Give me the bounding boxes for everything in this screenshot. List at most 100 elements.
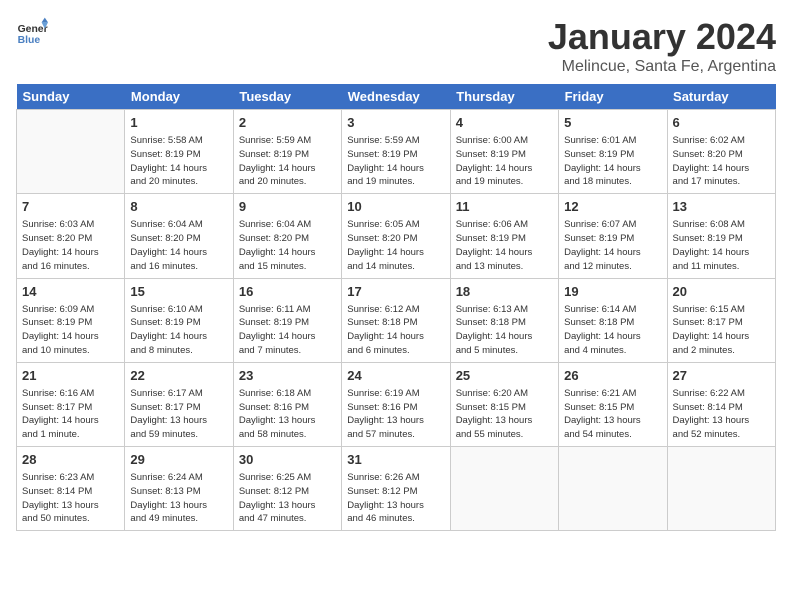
day-info: Sunrise: 6:18 AMSunset: 8:16 PMDaylight:… (239, 387, 336, 442)
calendar-cell: 26 Sunrise: 6:21 AMSunset: 8:15 PMDayligh… (559, 362, 667, 446)
calendar-cell: 2 Sunrise: 5:59 AMSunset: 8:19 PMDaylight… (233, 110, 341, 194)
calendar-cell: 16 Sunrise: 6:11 AMSunset: 8:19 PMDayligh… (233, 278, 341, 362)
day-info: Sunrise: 6:16 AMSunset: 8:17 PMDaylight:… (22, 387, 119, 442)
day-info: Sunrise: 6:05 AMSunset: 8:20 PMDaylight:… (347, 218, 444, 273)
calendar-cell: 14 Sunrise: 6:09 AMSunset: 8:19 PMDayligh… (17, 278, 125, 362)
day-info: Sunrise: 5:59 AMSunset: 8:19 PMDaylight:… (347, 134, 444, 189)
calendar-cell: 1 Sunrise: 5:58 AMSunset: 8:19 PMDaylight… (125, 110, 233, 194)
calendar-cell (559, 447, 667, 531)
day-number: 30 (239, 451, 336, 469)
calendar-cell (17, 110, 125, 194)
day-number: 7 (22, 198, 119, 216)
calendar-cell: 30 Sunrise: 6:25 AMSunset: 8:12 PMDayligh… (233, 447, 341, 531)
day-info: Sunrise: 6:21 AMSunset: 8:15 PMDaylight:… (564, 387, 661, 442)
calendar-subtitle: Melincue, Santa Fe, Argentina (548, 58, 776, 76)
calendar-cell: 17Sunrise: 6:12 AMSunset: 8:18 PMDayligh… (342, 278, 450, 362)
day-info: Sunrise: 6:02 AMSunset: 8:20 PMDaylight:… (673, 134, 770, 189)
day-number: 20 (673, 283, 770, 301)
day-number: 26 (564, 367, 661, 385)
calendar-cell: 25Sunrise: 6:20 AMSunset: 8:15 PMDayligh… (450, 362, 558, 446)
day-info: Sunrise: 6:12 AMSunset: 8:18 PMDaylight:… (347, 303, 444, 358)
day-number: 28 (22, 451, 119, 469)
day-info: Sunrise: 6:04 AMSunset: 8:20 PMDaylight:… (239, 218, 336, 273)
day-info: Sunrise: 6:11 AMSunset: 8:19 PMDaylight:… (239, 303, 336, 358)
calendar-cell: 13Sunrise: 6:08 AMSunset: 8:19 PMDayligh… (667, 194, 775, 278)
header-monday: Monday (125, 84, 233, 110)
header-wednesday: Wednesday (342, 84, 450, 110)
day-info: Sunrise: 6:03 AMSunset: 8:20 PMDaylight:… (22, 218, 119, 273)
calendar-cell: 15 Sunrise: 6:10 AMSunset: 8:19 PMDayligh… (125, 278, 233, 362)
calendar-cell: 11 Sunrise: 6:06 AMSunset: 8:19 PMDayligh… (450, 194, 558, 278)
calendar-cell (450, 447, 558, 531)
day-number: 16 (239, 283, 336, 301)
header-thursday: Thursday (450, 84, 558, 110)
calendar-cell: 7 Sunrise: 6:03 AMSunset: 8:20 PMDaylight… (17, 194, 125, 278)
day-info: Sunrise: 6:04 AMSunset: 8:20 PMDaylight:… (130, 218, 227, 273)
day-number: 15 (130, 283, 227, 301)
header-friday: Friday (559, 84, 667, 110)
day-number: 9 (239, 198, 336, 216)
calendar-cell: 27 Sunrise: 6:22 AMSunset: 8:14 PMDayligh… (667, 362, 775, 446)
logo-icon: General Blue (16, 16, 48, 48)
calendar-cell: 22 Sunrise: 6:17 AMSunset: 8:17 PMDayligh… (125, 362, 233, 446)
day-number: 11 (456, 198, 553, 216)
day-number: 12 (564, 198, 661, 216)
day-info: Sunrise: 6:15 AMSunset: 8:17 PMDaylight:… (673, 303, 770, 358)
title-area: January 2024 Melincue, Santa Fe, Argenti… (548, 16, 776, 76)
day-number: 27 (673, 367, 770, 385)
day-info: Sunrise: 6:24 AMSunset: 8:13 PMDaylight:… (130, 471, 227, 526)
day-number: 14 (22, 283, 119, 301)
calendar-cell: 20 Sunrise: 6:15 AMSunset: 8:17 PMDayligh… (667, 278, 775, 362)
day-number: 4 (456, 114, 553, 132)
day-info: Sunrise: 6:00 AMSunset: 8:19 PMDaylight:… (456, 134, 553, 189)
day-number: 13 (673, 198, 770, 216)
day-info: Sunrise: 6:01 AMSunset: 8:19 PMDaylight:… (564, 134, 661, 189)
day-number: 22 (130, 367, 227, 385)
day-number: 2 (239, 114, 336, 132)
day-info: Sunrise: 5:59 AMSunset: 8:19 PMDaylight:… (239, 134, 336, 189)
day-info: Sunrise: 6:10 AMSunset: 8:19 PMDaylight:… (130, 303, 227, 358)
header-sunday: Sunday (17, 84, 125, 110)
calendar-cell: 29 Sunrise: 6:24 AMSunset: 8:13 PMDayligh… (125, 447, 233, 531)
calendar-cell: 19 Sunrise: 6:14 AMSunset: 8:18 PMDayligh… (559, 278, 667, 362)
page-header: General Blue January 2024 Melincue, Sant… (16, 16, 776, 76)
day-number: 31 (347, 451, 444, 469)
logo: General Blue (16, 16, 48, 48)
calendar-cell: 8 Sunrise: 6:04 AMSunset: 8:20 PMDaylight… (125, 194, 233, 278)
calendar-week-3: 14 Sunrise: 6:09 AMSunset: 8:19 PMDayligh… (17, 278, 776, 362)
day-info: Sunrise: 6:25 AMSunset: 8:12 PMDaylight:… (239, 471, 336, 526)
day-info: Sunrise: 6:20 AMSunset: 8:15 PMDaylight:… (456, 387, 553, 442)
day-number: 24 (347, 367, 444, 385)
calendar-header: Sunday Monday Tuesday Wednesday Thursday… (17, 84, 776, 110)
day-info: Sunrise: 6:17 AMSunset: 8:17 PMDaylight:… (130, 387, 227, 442)
day-number: 29 (130, 451, 227, 469)
day-info: Sunrise: 6:06 AMSunset: 8:19 PMDaylight:… (456, 218, 553, 273)
calendar-cell (667, 447, 775, 531)
calendar-cell: 5Sunrise: 6:01 AMSunset: 8:19 PMDaylight… (559, 110, 667, 194)
calendar-week-5: 28Sunrise: 6:23 AMSunset: 8:14 PMDayligh… (17, 447, 776, 531)
calendar-cell: 10Sunrise: 6:05 AMSunset: 8:20 PMDayligh… (342, 194, 450, 278)
day-number: 19 (564, 283, 661, 301)
day-info: Sunrise: 6:09 AMSunset: 8:19 PMDaylight:… (22, 303, 119, 358)
day-number: 3 (347, 114, 444, 132)
day-info: Sunrise: 6:07 AMSunset: 8:19 PMDaylight:… (564, 218, 661, 273)
calendar-cell: 4 Sunrise: 6:00 AMSunset: 8:19 PMDaylight… (450, 110, 558, 194)
day-info: Sunrise: 6:22 AMSunset: 8:14 PMDaylight:… (673, 387, 770, 442)
calendar-week-1: 1 Sunrise: 5:58 AMSunset: 8:19 PMDaylight… (17, 110, 776, 194)
day-number: 8 (130, 198, 227, 216)
calendar-title: January 2024 (548, 16, 776, 58)
svg-text:Blue: Blue (18, 35, 41, 46)
day-info: Sunrise: 6:14 AMSunset: 8:18 PMDaylight:… (564, 303, 661, 358)
calendar-cell: 23 Sunrise: 6:18 AMSunset: 8:16 PMDayligh… (233, 362, 341, 446)
calendar-week-2: 7 Sunrise: 6:03 AMSunset: 8:20 PMDaylight… (17, 194, 776, 278)
calendar-cell: 31 Sunrise: 6:26 AMSunset: 8:12 PMDayligh… (342, 447, 450, 531)
calendar-cell: 3 Sunrise: 5:59 AMSunset: 8:19 PMDaylight… (342, 110, 450, 194)
calendar-cell: 24Sunrise: 6:19 AMSunset: 8:16 PMDayligh… (342, 362, 450, 446)
header-saturday: Saturday (667, 84, 775, 110)
day-info: Sunrise: 6:26 AMSunset: 8:12 PMDaylight:… (347, 471, 444, 526)
day-number: 23 (239, 367, 336, 385)
day-info: Sunrise: 5:58 AMSunset: 8:19 PMDaylight:… (130, 134, 227, 189)
calendar-cell: 12 Sunrise: 6:07 AMSunset: 8:19 PMDayligh… (559, 194, 667, 278)
calendar-cell: 21Sunrise: 6:16 AMSunset: 8:17 PMDayligh… (17, 362, 125, 446)
day-number: 1 (130, 114, 227, 132)
